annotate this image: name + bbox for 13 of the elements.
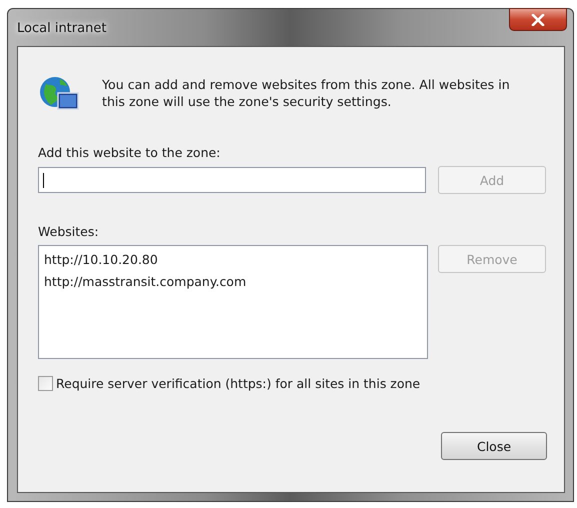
description-text: You can add and remove websites from this zone. All websites in this zone will use the zone's security settings. bbox=[102, 76, 511, 110]
close-icon bbox=[531, 14, 545, 26]
website-list-item[interactable]: http://masstransit.company.com bbox=[44, 271, 422, 293]
close-button[interactable] bbox=[509, 8, 567, 31]
close-dialog-button[interactable]: Close bbox=[441, 432, 547, 460]
checkbox[interactable] bbox=[38, 376, 53, 391]
window-title: Local intranet bbox=[17, 20, 106, 36]
list-label: Websites: bbox=[38, 224, 100, 239]
website-list-item[interactable]: http://10.10.20.80 bbox=[44, 249, 422, 271]
field-label: Add this website to the zone: bbox=[38, 145, 222, 160]
website-input-field[interactable] bbox=[38, 167, 426, 193]
checkbox-label: Require server verification (https:) for all sites in this zone bbox=[56, 376, 420, 391]
globe-computer-icon bbox=[38, 75, 80, 113]
